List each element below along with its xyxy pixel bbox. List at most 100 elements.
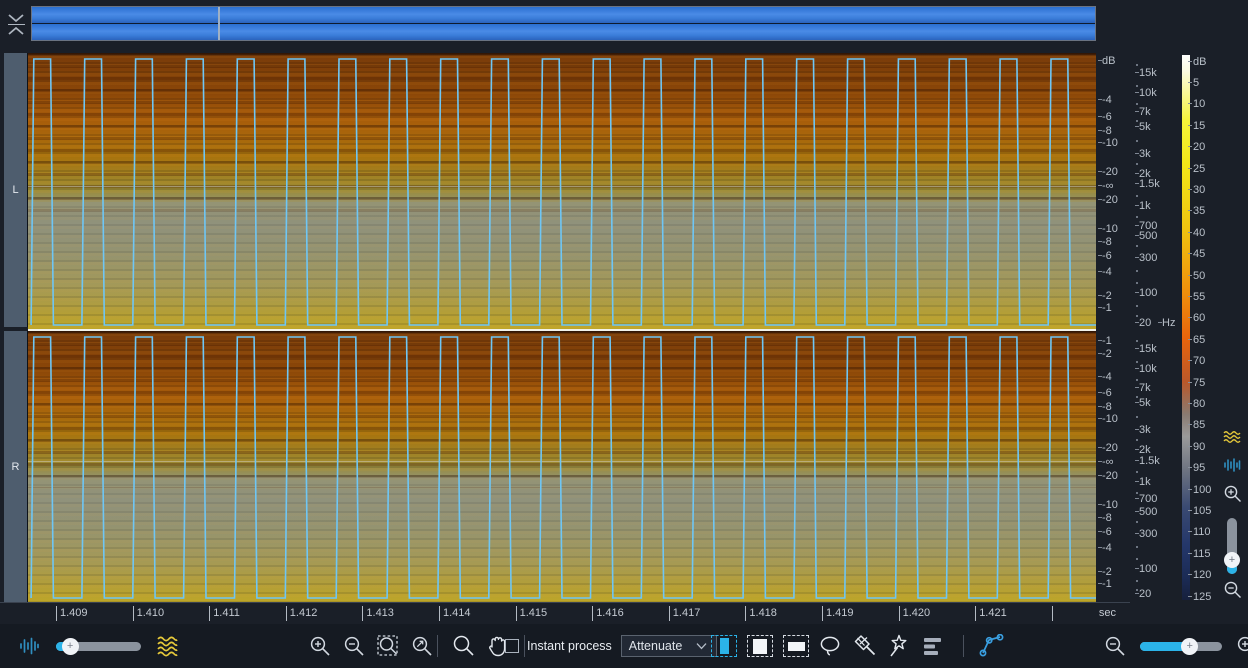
amplitude-tick-right: -10 bbox=[1098, 499, 1118, 511]
frequency-tick-right: 1k bbox=[1135, 476, 1151, 488]
zoom-to-selection-icon[interactable] bbox=[374, 632, 402, 660]
overview-channel-right bbox=[32, 24, 1095, 40]
process-mode-value: Attenuate bbox=[628, 639, 683, 653]
color-scale-tick: 110 bbox=[1188, 526, 1211, 539]
amplitude-tick-right: -20 bbox=[1098, 442, 1118, 454]
zoom-in-icon[interactable] bbox=[1233, 632, 1248, 660]
magic-wand-selection-icon[interactable] bbox=[885, 632, 913, 660]
color-scale-tick: 105 bbox=[1187, 505, 1212, 517]
time-tick-label: 1.409 bbox=[56, 606, 88, 621]
time-tick-label: 1.414 bbox=[439, 606, 471, 621]
slider-knob[interactable]: + bbox=[1224, 552, 1240, 568]
layers-icon[interactable] bbox=[919, 632, 951, 660]
time-tick-label: 1.417 bbox=[668, 606, 701, 621]
amplitude-tick-right: -1 bbox=[1098, 335, 1112, 347]
spectral-icon[interactable] bbox=[154, 632, 182, 660]
color-scale-tick: 40 bbox=[1187, 226, 1206, 239]
color-scale-tick: 35 bbox=[1187, 205, 1206, 218]
color-scale-tick: 45 bbox=[1187, 248, 1206, 261]
amplitude-tick-right: -8 bbox=[1098, 512, 1112, 524]
instant-process-checkbox[interactable] bbox=[505, 639, 519, 653]
zoom-out-icon[interactable] bbox=[1223, 580, 1242, 604]
playhead-cursor[interactable] bbox=[218, 7, 220, 40]
axis-minor-tick bbox=[1136, 580, 1138, 582]
axis-minor-tick bbox=[1136, 64, 1138, 66]
axis-minor-tick bbox=[1136, 361, 1138, 363]
spectrogram-left-channel[interactable] bbox=[28, 53, 1096, 329]
waveform-overlay-left bbox=[28, 53, 1096, 329]
brush-selection-icon[interactable] bbox=[851, 632, 879, 660]
axis-minor-tick bbox=[1136, 140, 1138, 142]
spectral-view-icon[interactable] bbox=[1223, 430, 1241, 451]
frequency-tick-left: 10k bbox=[1135, 87, 1157, 99]
divider bbox=[7, 23, 25, 25]
horizontal-zoom-slider[interactable]: + bbox=[1140, 637, 1222, 655]
frequency-band-selection-icon[interactable] bbox=[783, 635, 809, 657]
waveform-icon[interactable] bbox=[15, 632, 43, 660]
amplitude-tick-right: -6 bbox=[1098, 526, 1112, 538]
channel-label-right[interactable]: R bbox=[4, 331, 28, 602]
frequency-axis[interactable]: 15k 10k 7k 5k 3k 2k 1.5k 1k 700 500 300 100 20 15k 10k… bbox=[1130, 50, 1180, 602]
spectrogram-panel: L R bbox=[0, 50, 1096, 602]
frequency-tick-left: 300 bbox=[1134, 252, 1158, 264]
selection-glyph bbox=[787, 641, 805, 651]
time-tick-label: 1.420 bbox=[898, 606, 931, 621]
amplitude-tick-right: -2 bbox=[1098, 348, 1112, 360]
amplitude-tick-left: -10 bbox=[1098, 223, 1118, 235]
amplitude-tick-left: -8 bbox=[1098, 236, 1112, 248]
chevron-up-icon bbox=[8, 26, 24, 35]
amplitude-tick-right: -10 bbox=[1098, 413, 1118, 425]
overview-bar bbox=[0, 0, 1248, 46]
magnifier-tool-icon[interactable] bbox=[450, 632, 478, 660]
color-scale-tick: 5 bbox=[1187, 77, 1200, 89]
amplitude-tick-left: -8 bbox=[1098, 125, 1112, 137]
time-selection-icon[interactable] bbox=[711, 635, 737, 657]
amplitude-tick-right: -8 bbox=[1098, 401, 1112, 413]
time-ruler[interactable]: sec 1.409 1.410 1.411 1.412 1.413 1.414 1.415 1… bbox=[0, 602, 1130, 624]
lasso-selection-icon[interactable] bbox=[817, 632, 845, 660]
envelope-path-icon[interactable] bbox=[976, 632, 1008, 660]
axis-minor-tick bbox=[1136, 416, 1138, 418]
waveform-overlay-right bbox=[28, 331, 1096, 602]
time-tick-label: 1.411 bbox=[209, 606, 240, 621]
toolbar-divider bbox=[963, 635, 964, 657]
color-scale-tick: 115 bbox=[1188, 547, 1211, 560]
color-scale-tick: 95 bbox=[1187, 462, 1206, 475]
overview-waveform[interactable] bbox=[31, 6, 1096, 41]
vertical-zoom-slider[interactable]: + bbox=[1224, 518, 1240, 574]
zoom-in-icon[interactable] bbox=[1223, 484, 1242, 508]
amplitude-zoom-slider[interactable]: + bbox=[56, 637, 141, 655]
collapse-expand-icon[interactable] bbox=[4, 6, 28, 42]
time-tick-label: 1.416 bbox=[592, 606, 624, 621]
frequency-tick-right: 500 bbox=[1134, 506, 1158, 518]
zoom-out-icon[interactable] bbox=[340, 632, 368, 660]
color-scale-tick: 125 bbox=[1187, 590, 1212, 603]
slider-knob[interactable]: + bbox=[61, 637, 79, 655]
axis-minor-tick bbox=[1136, 340, 1138, 342]
frequency-tick-left: 1.5k bbox=[1135, 178, 1160, 190]
axis-minor-tick bbox=[1136, 492, 1138, 494]
axis-minor-tick bbox=[1136, 546, 1138, 548]
channel-label-left[interactable]: L bbox=[4, 53, 28, 327]
color-scale-tick: 100 bbox=[1187, 483, 1212, 496]
slider-knob[interactable]: + bbox=[1181, 637, 1199, 655]
zoom-in-icon[interactable] bbox=[306, 632, 334, 660]
amplitude-tick-left: -1 bbox=[1098, 302, 1112, 314]
time-tick-label: 1.410 bbox=[132, 606, 165, 621]
process-mode-select[interactable]: Attenuate bbox=[620, 635, 717, 657]
amplitude-tick-right: -4 bbox=[1098, 542, 1112, 554]
zoom-out-icon[interactable] bbox=[1101, 632, 1129, 660]
rectangle-selection-icon[interactable] bbox=[747, 635, 773, 657]
axis-minor-tick bbox=[1136, 396, 1138, 398]
color-scale-tick: 90 bbox=[1187, 440, 1206, 453]
frequency-tick-right: 300 bbox=[1134, 528, 1158, 540]
amplitude-tick-right: -20 bbox=[1098, 470, 1118, 482]
instant-process-label: Instant process bbox=[527, 639, 612, 653]
amplitude-tick-right: -∞ bbox=[1098, 456, 1114, 468]
axis-minor-tick bbox=[1136, 245, 1138, 247]
spectrogram-right-channel[interactable] bbox=[28, 331, 1096, 602]
amplitude-tick-left: -10 bbox=[1098, 137, 1118, 149]
amplitude-axis[interactable]: dB -4 -6 -8 -10 -20 -∞ -20 -10 -8 -6 -4 -2 -1 -1 -2 -4 -6… bbox=[1096, 50, 1130, 602]
frequency-tick-left: 100 bbox=[1134, 287, 1158, 299]
waveform-view-icon[interactable] bbox=[1223, 457, 1241, 478]
